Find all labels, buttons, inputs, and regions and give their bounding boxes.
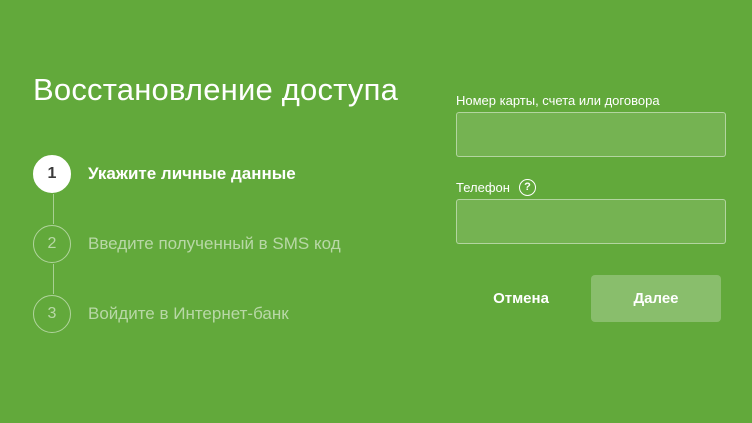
steps-list: 1 Укажите личные данные 2 Введите получе… (33, 154, 413, 334)
step-label: Войдите в Интернет-банк (88, 304, 289, 323)
step-number: 3 (33, 295, 71, 333)
step-label: Укажите личные данные (88, 164, 296, 183)
next-button[interactable]: Далее (591, 275, 721, 322)
step-3: 3 Войдите в Интернет-банк (33, 294, 289, 334)
phone-field-label-text: Телефон (456, 179, 510, 195)
page-title: Восстановление доступа (33, 72, 399, 107)
recovery-form: Номер карты, счета или договора Телефон … (456, 90, 726, 244)
card-number-input[interactable] (456, 112, 726, 157)
phone-input[interactable] (456, 199, 726, 244)
card-field-label-text: Номер карты, счета или договора (456, 92, 660, 108)
cancel-button[interactable]: Отмена (456, 275, 586, 322)
step-2: 2 Введите полученный в SMS код (33, 224, 341, 264)
form-buttons: Отмена Далее (456, 275, 726, 322)
step-label: Введите полученный в SMS код (88, 234, 341, 253)
step-number: 1 (33, 155, 71, 193)
step-number: 2 (33, 225, 71, 263)
step-connector (52, 194, 54, 224)
step-connector (52, 264, 54, 294)
phone-field-label: Телефон ? (456, 177, 726, 197)
help-icon[interactable]: ? (518, 178, 536, 196)
step-1: 1 Укажите личные данные (33, 154, 296, 194)
card-field-label: Номер карты, счета или договора (456, 90, 726, 110)
